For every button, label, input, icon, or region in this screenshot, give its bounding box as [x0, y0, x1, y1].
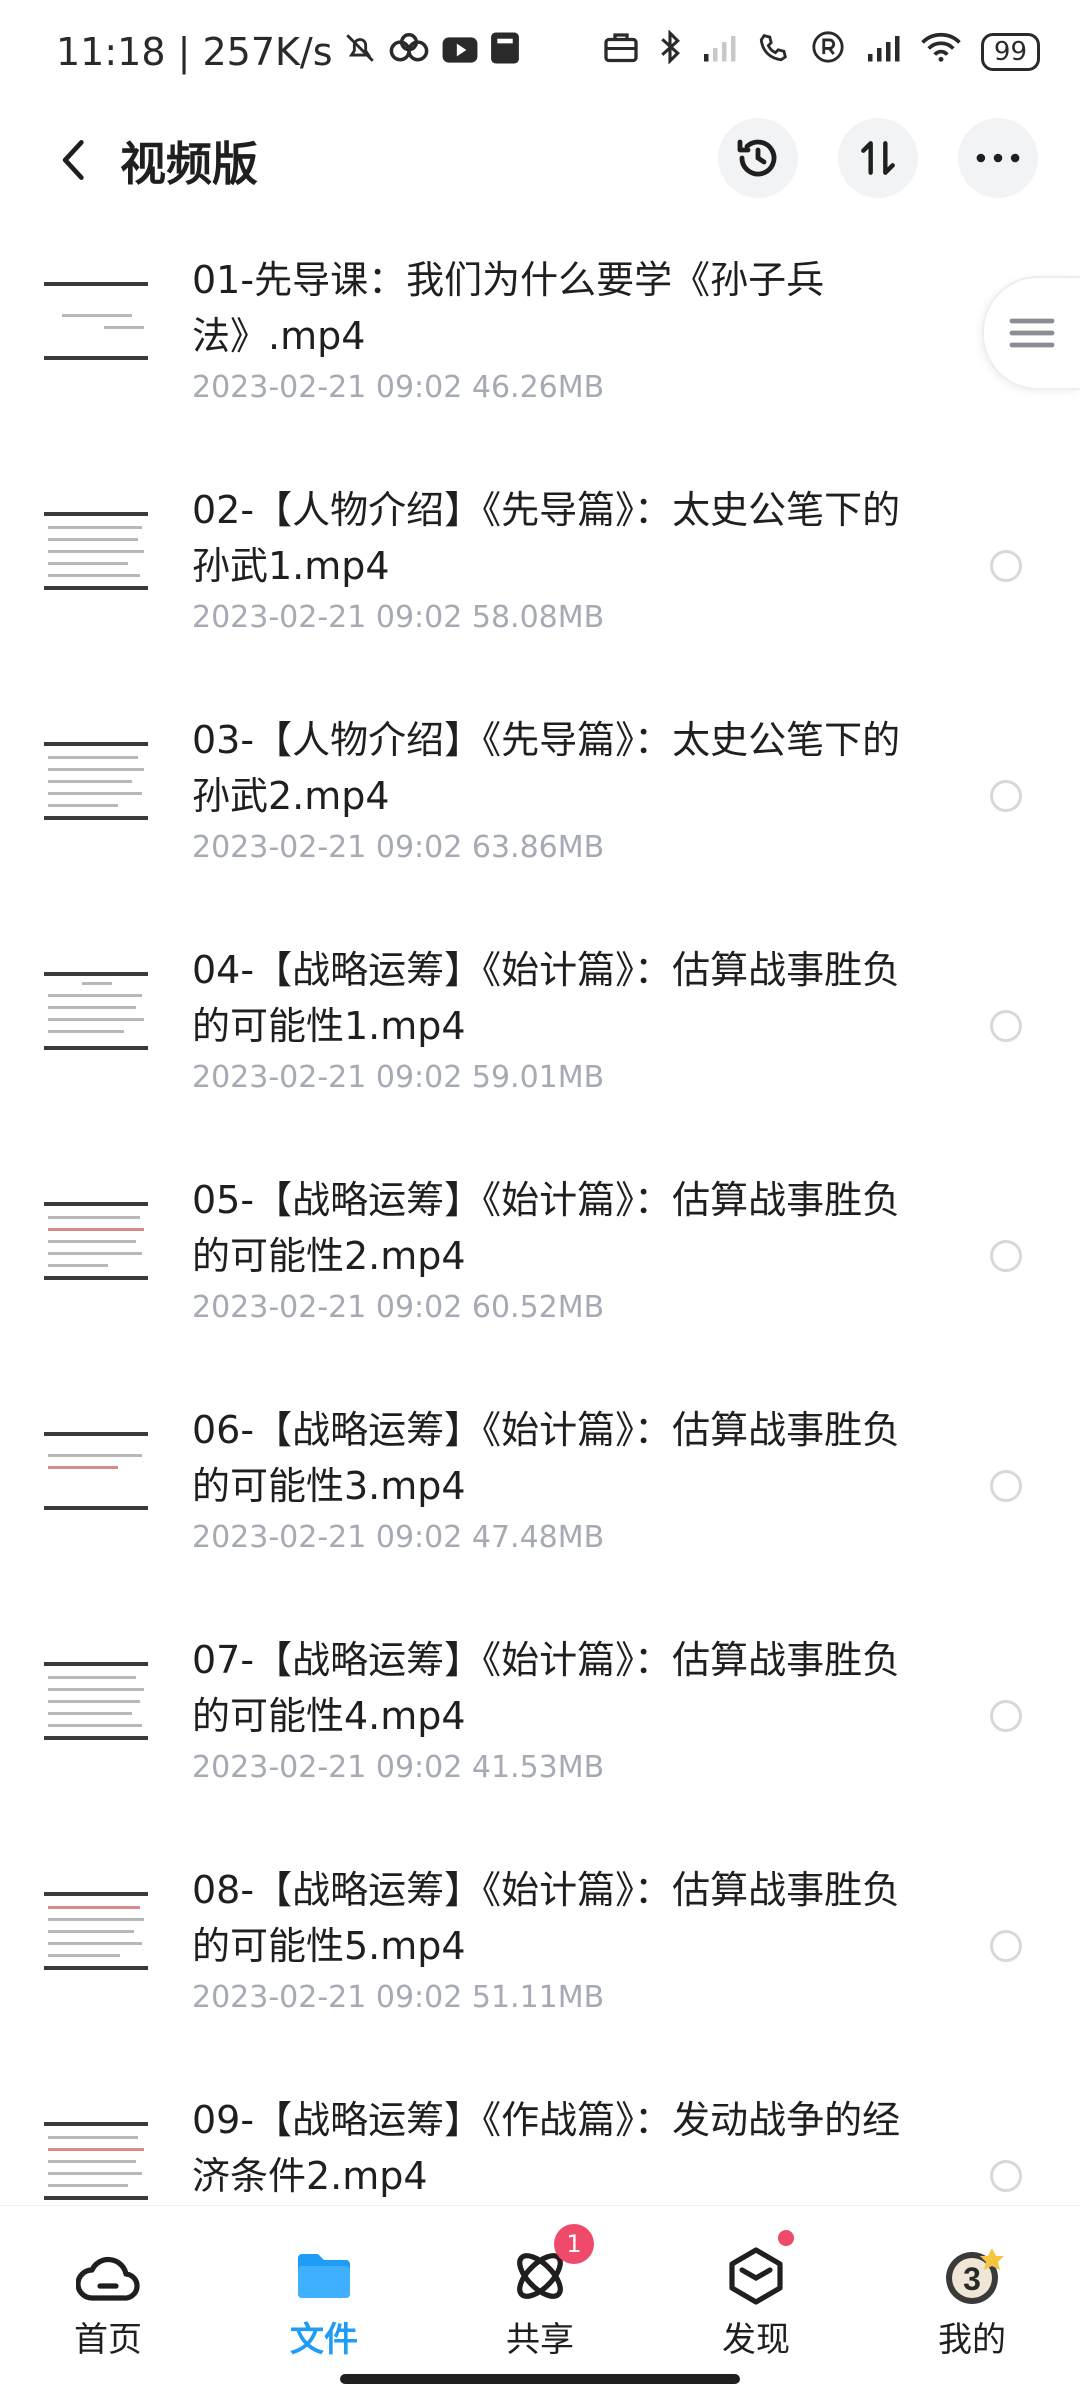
- file-name: 07-【战略运筹】《始计篇》：估算战事胜负的可能性4.mp4: [192, 1638, 901, 1738]
- file-meta: 2023-02-21 09:02 63.86MB: [192, 830, 605, 865]
- nav-home-label: 首页: [74, 2320, 142, 2360]
- file-row[interactable]: 07-【战略运筹】《始计篇》：估算战事胜负的可能性4.mp4 2023-02-2…: [0, 1610, 1080, 1840]
- select-checkbox[interactable]: [990, 1470, 1022, 1502]
- file-meta: 2023-02-21 09:02 60.52MB: [192, 1290, 605, 1325]
- video-thumbnail: [44, 960, 148, 1064]
- bottom-nav: 首页 文件 1 共享 发现 3 我的: [0, 2205, 1080, 2401]
- select-checkbox[interactable]: [990, 2160, 1022, 2192]
- video-thumbnail: [44, 1420, 148, 1524]
- video-app-icon: [441, 30, 479, 74]
- file-list: 01-先导课：我们为什么要学《孙子兵法》.mp4 2023-02-21 09:0…: [0, 230, 1080, 2205]
- cloud-home-icon: [76, 2256, 140, 2301]
- file-meta: 2023-02-21 09:02 51.11MB: [192, 1980, 605, 2015]
- nav-home[interactable]: 首页: [38, 2246, 178, 2361]
- file-row[interactable]: 05-【战略运筹】《始计篇》：估算战事胜负的可能性2.mp4 2023-02-2…: [0, 1150, 1080, 1380]
- file-name: 03-【人物介绍】《先导篇》：太史公笔下的孙武2.mp4: [192, 718, 901, 818]
- file-meta: 2023-02-21 09:02 41.53MB: [192, 1750, 605, 1785]
- share-badge: 1: [554, 2224, 594, 2264]
- nav-share-label: 共享: [506, 2320, 574, 2360]
- avatar: 3: [946, 2248, 1004, 2304]
- file-name: 09-【战略运筹】《作战篇》：发动战争的经济条件2.mp4: [192, 2098, 901, 2198]
- cube-discover-icon: [729, 2247, 783, 2305]
- more-button[interactable]: [958, 118, 1038, 198]
- top-app-bar: 视频版: [0, 110, 1080, 210]
- bluetooth-icon: [659, 29, 681, 73]
- history-button[interactable]: [718, 118, 798, 198]
- select-checkbox[interactable]: [990, 550, 1022, 582]
- video-thumbnail: [44, 2110, 148, 2205]
- discover-dot: [778, 2230, 794, 2246]
- file-name: 02-【人物介绍】《先导篇》：太史公笔下的孙武1.mp4: [192, 488, 901, 588]
- nav-files[interactable]: 文件: [254, 2246, 394, 2361]
- page-title: 视频版: [120, 137, 258, 191]
- file-name: 01-先导课：我们为什么要学《孙子兵法》.mp4: [192, 258, 825, 358]
- file-row[interactable]: 02-【人物介绍】《先导篇》：太史公笔下的孙武1.mp4 2023-02-21 …: [0, 460, 1080, 690]
- cloud-app-icon: [387, 30, 431, 74]
- file-meta: 2023-02-21 09:02 58.08MB: [192, 600, 605, 635]
- video-thumbnail: [44, 1190, 148, 1294]
- nav-mine[interactable]: 3 我的: [902, 2246, 1042, 2361]
- signal-full-icon: [865, 32, 901, 72]
- file-meta: 2023-02-21 09:02 47.48MB: [192, 1520, 605, 1555]
- video-thumbnail: [44, 500, 148, 604]
- status-time-speed: 11:18 | 257K/s: [56, 30, 333, 74]
- back-button[interactable]: [44, 130, 104, 190]
- nav-discover-label: 发现: [722, 2320, 790, 2360]
- select-checkbox[interactable]: [990, 1240, 1022, 1272]
- select-checkbox[interactable]: [990, 1700, 1022, 1732]
- file-meta: 2023-02-21 09:02 46.26MB: [192, 370, 605, 405]
- video-thumbnail: [44, 270, 148, 374]
- battery-indicator: 99: [980, 32, 1040, 71]
- select-checkbox[interactable]: [990, 1010, 1022, 1042]
- home-indicator: [340, 2374, 740, 2384]
- bell-off-icon: [343, 30, 377, 74]
- file-name: 04-【战略运筹】《始计篇》：估算战事胜负的可能性1.mp4: [192, 948, 901, 1048]
- wifi-icon: [921, 31, 961, 72]
- mi-app-icon: [489, 30, 521, 74]
- more-dots-icon: [976, 153, 1020, 163]
- sort-button[interactable]: [838, 118, 918, 198]
- signal-weak-icon: [701, 32, 737, 72]
- sort-icon: [861, 141, 895, 175]
- file-row[interactable]: 04-【战略运筹】《始计篇》：估算战事胜负的可能性1.mp4 2023-02-2…: [0, 920, 1080, 1150]
- file-row[interactable]: 09-【战略运筹】《作战篇》：发动战争的经济条件2.mp4: [0, 2070, 1080, 2205]
- file-meta: 2023-02-21 09:02 59.01MB: [192, 1060, 605, 1095]
- status-bar: 11:18 | 257K/s 99: [0, 0, 1080, 110]
- chevron-left-icon: [62, 140, 84, 180]
- select-checkbox[interactable]: [990, 780, 1022, 812]
- file-row[interactable]: 03-【人物介绍】《先导篇》：太史公笔下的孙武2.mp4 2023-02-21 …: [0, 690, 1080, 920]
- briefcase-icon: [603, 30, 639, 73]
- video-thumbnail: [44, 1880, 148, 1984]
- nav-files-label: 文件: [290, 2320, 358, 2360]
- file-row[interactable]: 08-【战略运筹】《始计篇》：估算战事胜负的可能性5.mp4 2023-02-2…: [0, 1840, 1080, 2070]
- registered-icon: [811, 30, 845, 73]
- nav-mine-label: 我的: [938, 2320, 1006, 2360]
- file-row[interactable]: 01-先导课：我们为什么要学《孙子兵法》.mp4 2023-02-21 09:0…: [0, 230, 1080, 460]
- file-row[interactable]: 06-【战略运筹】《始计篇》：估算战事胜负的可能性3.mp4 2023-02-2…: [0, 1380, 1080, 1610]
- file-name: 05-【战略运筹】《始计篇》：估算战事胜负的可能性2.mp4: [192, 1178, 901, 1278]
- folder-icon: [298, 2254, 350, 2298]
- video-thumbnail: [44, 1650, 148, 1754]
- wifi-call-icon: [757, 30, 791, 73]
- nav-share[interactable]: 1 共享: [470, 2224, 610, 2361]
- menu-lines-icon: [1009, 318, 1055, 348]
- file-name: 08-【战略运筹】《始计篇》：估算战事胜负的可能性5.mp4: [192, 1868, 901, 1968]
- svg-text:3: 3: [963, 2261, 981, 2297]
- file-name: 06-【战略运筹】《始计篇》：估算战事胜负的可能性3.mp4: [192, 1408, 901, 1508]
- select-checkbox[interactable]: [990, 1930, 1022, 1962]
- history-icon: [737, 139, 777, 177]
- nav-discover[interactable]: 发现: [686, 2230, 826, 2361]
- video-thumbnail: [44, 730, 148, 834]
